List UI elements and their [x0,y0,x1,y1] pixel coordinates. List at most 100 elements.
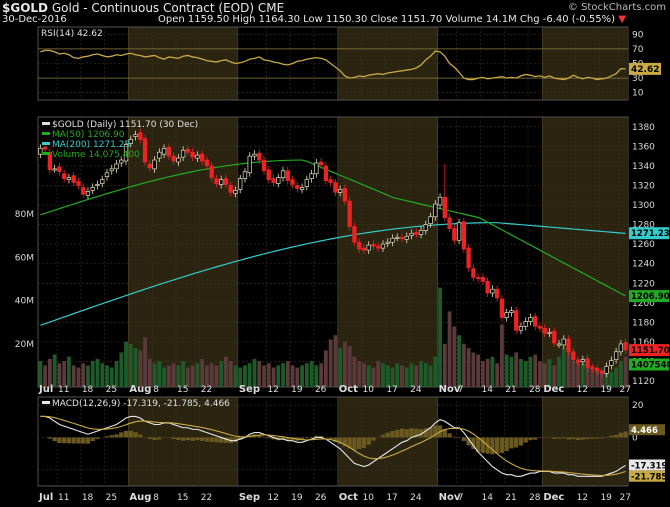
macd-x-tick-label: 15 [177,493,188,503]
volume-bar [181,361,186,387]
volume-bar [266,363,271,387]
macd-histogram-bar [575,437,581,441]
volume-bar [533,354,538,387]
macd-histogram-bar [114,434,119,438]
candle-down [414,232,419,235]
price-x-tick-label: Dec [543,384,564,395]
volume-bar [480,361,485,387]
price-x-tick-label: 19 [291,385,303,395]
volume-bar [228,361,233,387]
volume-bar [476,354,481,387]
price-x-tick-label: Jul [38,384,53,395]
macd-histogram-bar [90,437,95,442]
volume-bar [133,348,138,387]
volume-bar [262,365,266,387]
price-legend-swatch [42,142,50,145]
volume-bar [119,352,124,387]
volume-bar [333,335,338,387]
macd-panel-bg [37,396,629,487]
candle-down [295,185,300,189]
price-x-tick-label: 19 [600,385,612,395]
candle-down [261,159,267,172]
macd-histogram-bar [214,437,219,443]
candle-up [314,162,319,175]
candle-down [290,179,295,185]
candle-up [418,230,424,235]
volume-bar [338,348,343,387]
candle-up [490,288,495,294]
macd-histogram-bar [95,437,100,440]
candle-up [95,184,100,187]
volume-bar [319,363,324,387]
macd-histogram-bar [357,437,362,449]
candle-down [494,288,500,299]
candle-up [242,171,248,179]
macd-x-tick-label: 19 [600,493,612,503]
candle-down [623,342,628,351]
macd-x-tick-label: 22 [201,493,212,503]
chart-window: $GOLD Gold - Continuous Contract (EOD) C… [0,0,670,507]
macd-histogram-bar [495,437,500,454]
volume-tick-label: 80M [15,210,34,220]
volume-bar [105,365,109,387]
candle-down [461,221,467,250]
macd-histogram-bar [571,437,576,440]
candle-down [190,151,195,158]
candle-up [252,153,257,157]
macd-label: MACD(12,26,9) -17.319, -21.785, 4.466 [52,399,230,409]
candle-up [518,325,524,331]
volume-bar [114,361,119,387]
price-legend-swatch [42,152,50,155]
macd-histogram-bar [180,437,186,441]
price-tick-label: 1260 [632,240,655,250]
macd-x-tick-label: 10 [363,493,375,503]
macd-histogram-bar [66,437,72,444]
macd-histogram-bar [128,430,133,438]
volume-bar [233,365,238,387]
macd-x-tick-label: 21 [505,493,516,503]
candle-up [90,187,95,191]
macd-histogram-bar [533,437,538,440]
volume-bar [138,350,143,387]
price-x-tick-label: 15 [177,385,188,395]
macd-histogram-bar [176,437,181,440]
candle-down [214,178,219,184]
macd-tick-label: 20 [632,401,644,411]
price-tick-label: 1220 [632,279,655,289]
price-month-shade [337,117,438,387]
macd-histogram-bar [528,437,533,441]
price-month-shade [542,117,628,387]
candle-up [161,147,167,155]
price-tick-label: 1300 [632,201,655,211]
macd-x-tick-label: 19 [291,493,303,503]
volume-bar [100,363,105,387]
volume-bar [561,348,566,387]
macd-histogram-bar [490,437,495,455]
macd-histogram-bar [504,437,509,452]
volume-bar [395,363,400,387]
volume-bar [214,365,219,387]
candle-down [552,330,557,344]
candle-up [238,178,243,190]
price-x-tick-label: 21 [505,385,516,395]
macd-histogram-bar [185,437,191,441]
macd-histogram-bar [518,437,524,446]
volume-bar [400,365,404,387]
candle-down [166,146,172,157]
macd-x-tick-label: 14 [482,493,494,503]
candle-up [157,151,162,159]
price-x-tick-label: 12 [267,385,278,395]
candle-up [309,173,314,179]
macd-histogram-bar [104,436,110,438]
candle-down [376,245,381,249]
candle-down [347,200,352,227]
candle-down [471,268,476,278]
volume-bar [285,361,290,387]
volume-bar [81,363,86,387]
price-x-tick-label: 22 [201,385,212,395]
volume-bar [300,365,304,387]
candle-down [271,178,276,183]
volume-bar [342,341,347,387]
macd-histogram-bar [85,437,91,444]
candle-up [109,168,114,172]
